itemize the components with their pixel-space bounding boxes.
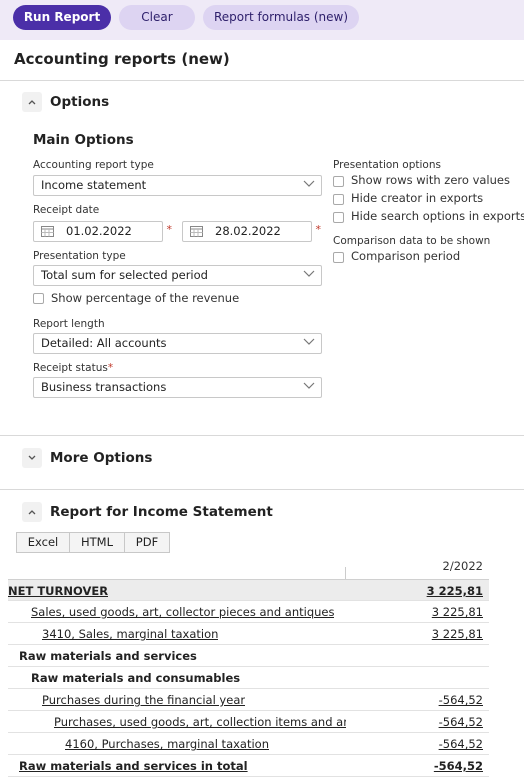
chevron-down-icon <box>303 378 315 397</box>
chevron-down-icon[interactable] <box>22 448 42 468</box>
required-marker: * <box>107 362 114 374</box>
row-name[interactable]: Sales, used goods, art, collector pieces… <box>31 605 334 619</box>
column-separator <box>345 567 346 579</box>
presentation-options-label: Presentation options <box>333 159 441 171</box>
row-amount[interactable]: 3 225,81 <box>432 605 483 619</box>
table-row: Purchases during the financial year -564… <box>8 689 489 711</box>
table-row: Purchases, used goods, art, collection i… <box>8 711 489 733</box>
report-type-value: Income statement <box>41 178 147 192</box>
table-row: Raw materials and consumables <box>8 667 489 689</box>
show-percentage-checkbox[interactable] <box>33 293 44 304</box>
row-name[interactable]: 3410, Sales, marginal taxation <box>42 627 218 641</box>
date-to-value: 28.02.2022 <box>215 224 281 238</box>
presentation-type-select[interactable]: Total sum for selected period <box>33 265 322 286</box>
export-pdf-button[interactable]: PDF <box>124 532 170 553</box>
clear-button[interactable]: Clear <box>119 5 195 30</box>
comparison-period-checkbox[interactable] <box>333 252 344 263</box>
row-name: Raw materials and services <box>19 649 197 663</box>
presentation-type-label: Presentation type <box>33 250 126 262</box>
date-to-field[interactable]: 28.02.2022 * <box>182 221 321 242</box>
report-formulas-button[interactable]: Report formulas (new) <box>203 5 359 30</box>
report-title: Report for Income Statement <box>50 504 273 520</box>
row-name[interactable]: Raw materials and services in total <box>19 759 248 773</box>
show-zero-rows-label: Show rows with zero values <box>351 173 510 187</box>
table-row: Raw materials and services <box>8 645 489 667</box>
row-name[interactable]: 4160, Purchases, marginal taxation <box>65 737 269 751</box>
divider <box>0 489 524 490</box>
hide-creator-label: Hide creator in exports <box>351 191 484 205</box>
receipt-status-select[interactable]: Business transactions <box>33 377 322 398</box>
run-report-button[interactable]: Run Report <box>13 5 111 30</box>
report-type-label: Accounting report type <box>33 159 154 171</box>
date-from-field[interactable]: 01.02.2022 * <box>33 221 172 242</box>
required-marker: * <box>166 223 173 236</box>
date-from-value: 01.02.2022 <box>66 224 132 238</box>
hide-search-label: Hide search options in exports <box>351 209 524 223</box>
page-title: Accounting reports (new) <box>14 50 230 68</box>
main-options-title: Main Options <box>33 132 134 148</box>
required-marker: * <box>315 223 322 236</box>
row-name: Raw materials and consumables <box>31 671 241 685</box>
presentation-type-value: Total sum for selected period <box>41 268 208 282</box>
calendar-icon <box>190 226 203 237</box>
receipt-status-value: Business transactions <box>41 380 167 394</box>
hide-search-checkbox[interactable] <box>333 212 344 223</box>
table-row: 3410, Sales, marginal taxation 3 225,81 <box>8 623 489 645</box>
chevron-down-icon <box>303 266 315 285</box>
divider <box>0 435 524 436</box>
comparison-period-label: Comparison period <box>351 249 461 263</box>
row-name[interactable]: NET TURNOVER <box>8 584 108 598</box>
row-amount[interactable]: 3 225,81 <box>427 584 483 598</box>
row-amount[interactable]: -564,52 <box>439 693 483 707</box>
report-length-value: Detailed: All accounts <box>41 336 167 350</box>
options-title: Options <box>50 94 110 110</box>
receipt-date-label: Receipt date <box>33 204 100 216</box>
chevron-up-icon[interactable] <box>22 502 42 522</box>
export-html-button[interactable]: HTML <box>69 532 125 553</box>
calendar-icon <box>41 226 54 237</box>
report-type-select[interactable]: Income statement <box>33 175 322 196</box>
column-header-period: 2/2022 <box>442 559 483 573</box>
row-name[interactable]: Purchases, used goods, art, collection i… <box>54 715 346 729</box>
row-amount[interactable]: -564,52 <box>434 759 483 773</box>
receipt-status-label-text: Receipt status <box>33 362 108 374</box>
row-name[interactable]: Purchases during the financial year <box>42 693 245 707</box>
table-row: Raw materials and services in total -564… <box>8 755 489 777</box>
chevron-down-icon <box>303 334 315 353</box>
show-zero-rows-checkbox[interactable] <box>333 176 344 187</box>
row-amount[interactable]: -564,52 <box>439 715 483 729</box>
export-excel-button[interactable]: Excel <box>16 532 70 553</box>
row-amount[interactable]: -564,52 <box>439 737 483 751</box>
toolbar: Run Report Clear Report formulas (new) <box>0 0 524 40</box>
show-percentage-label: Show percentage of the revenue <box>51 291 240 305</box>
chevron-up-icon[interactable] <box>22 92 42 112</box>
report-length-select[interactable]: Detailed: All accounts <box>33 333 322 354</box>
receipt-status-label: Receipt status* <box>33 362 113 374</box>
table-row: NET TURNOVER 3 225,81 <box>8 579 489 601</box>
report-length-label: Report length <box>33 318 105 330</box>
divider <box>0 80 524 81</box>
chevron-down-icon <box>303 176 315 195</box>
table-row: Sales, used goods, art, collector pieces… <box>8 601 489 623</box>
table-row: 4160, Purchases, marginal taxation -564,… <box>8 733 489 755</box>
hide-creator-checkbox[interactable] <box>333 194 344 205</box>
comparison-label: Comparison data to be shown <box>333 235 491 247</box>
more-options-title: More Options <box>50 450 153 466</box>
row-amount[interactable]: 3 225,81 <box>432 627 483 641</box>
